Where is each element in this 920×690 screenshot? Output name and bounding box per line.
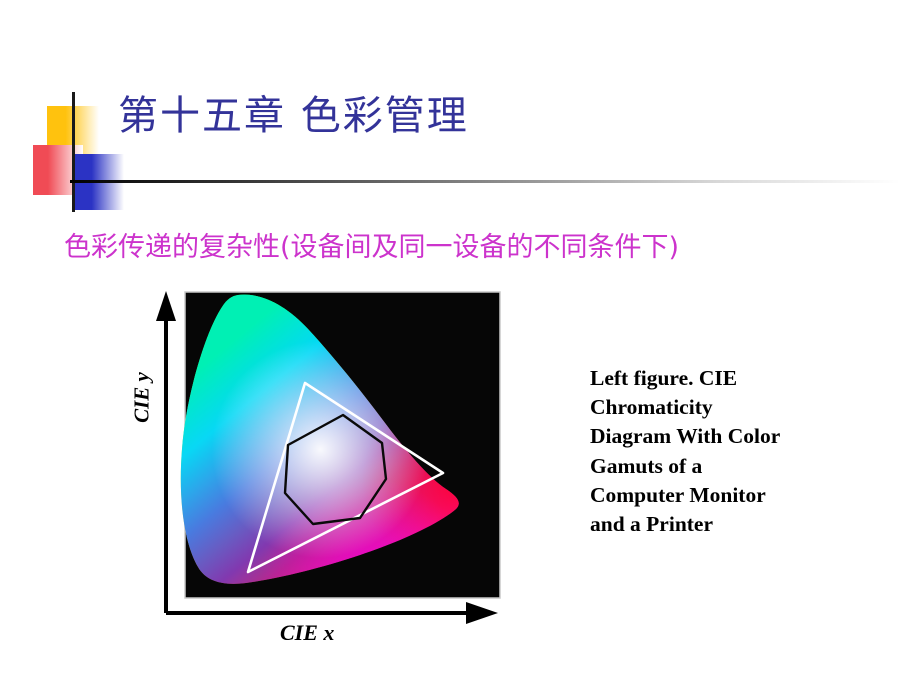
figure-caption: Left figure. CIE Chromaticity Diagram Wi…	[590, 364, 890, 539]
caption-line: Chromaticity	[590, 395, 713, 420]
decoration-vertical-rule	[72, 92, 75, 212]
cie-chromaticity-chart	[156, 291, 501, 624]
cie-chromaticity-figure	[110, 283, 530, 658]
slide-subtitle: 色彩传递的复杂性(设备间及同一设备的不同条件下)	[64, 232, 680, 263]
caption-line: Gamuts of a	[590, 453, 703, 478]
page-title: 第十五章 色彩管理	[118, 93, 469, 139]
y-axis	[156, 291, 176, 613]
caption-line: Diagram With Color	[590, 424, 781, 449]
x-axis-label: CIE x	[280, 620, 335, 645]
caption-line: and a Printer	[590, 512, 714, 537]
slide-title-block: 第十五章 色彩管理	[0, 0, 920, 212]
decoration-horizontal-rule	[70, 180, 900, 183]
caption-line: Computer Monitor	[590, 482, 766, 507]
x-axis-arrowhead	[466, 602, 498, 624]
caption-line: Left figure. CIE	[590, 366, 738, 390]
y-axis-arrowhead	[156, 291, 176, 321]
y-axis-label: CIE y	[129, 372, 154, 423]
